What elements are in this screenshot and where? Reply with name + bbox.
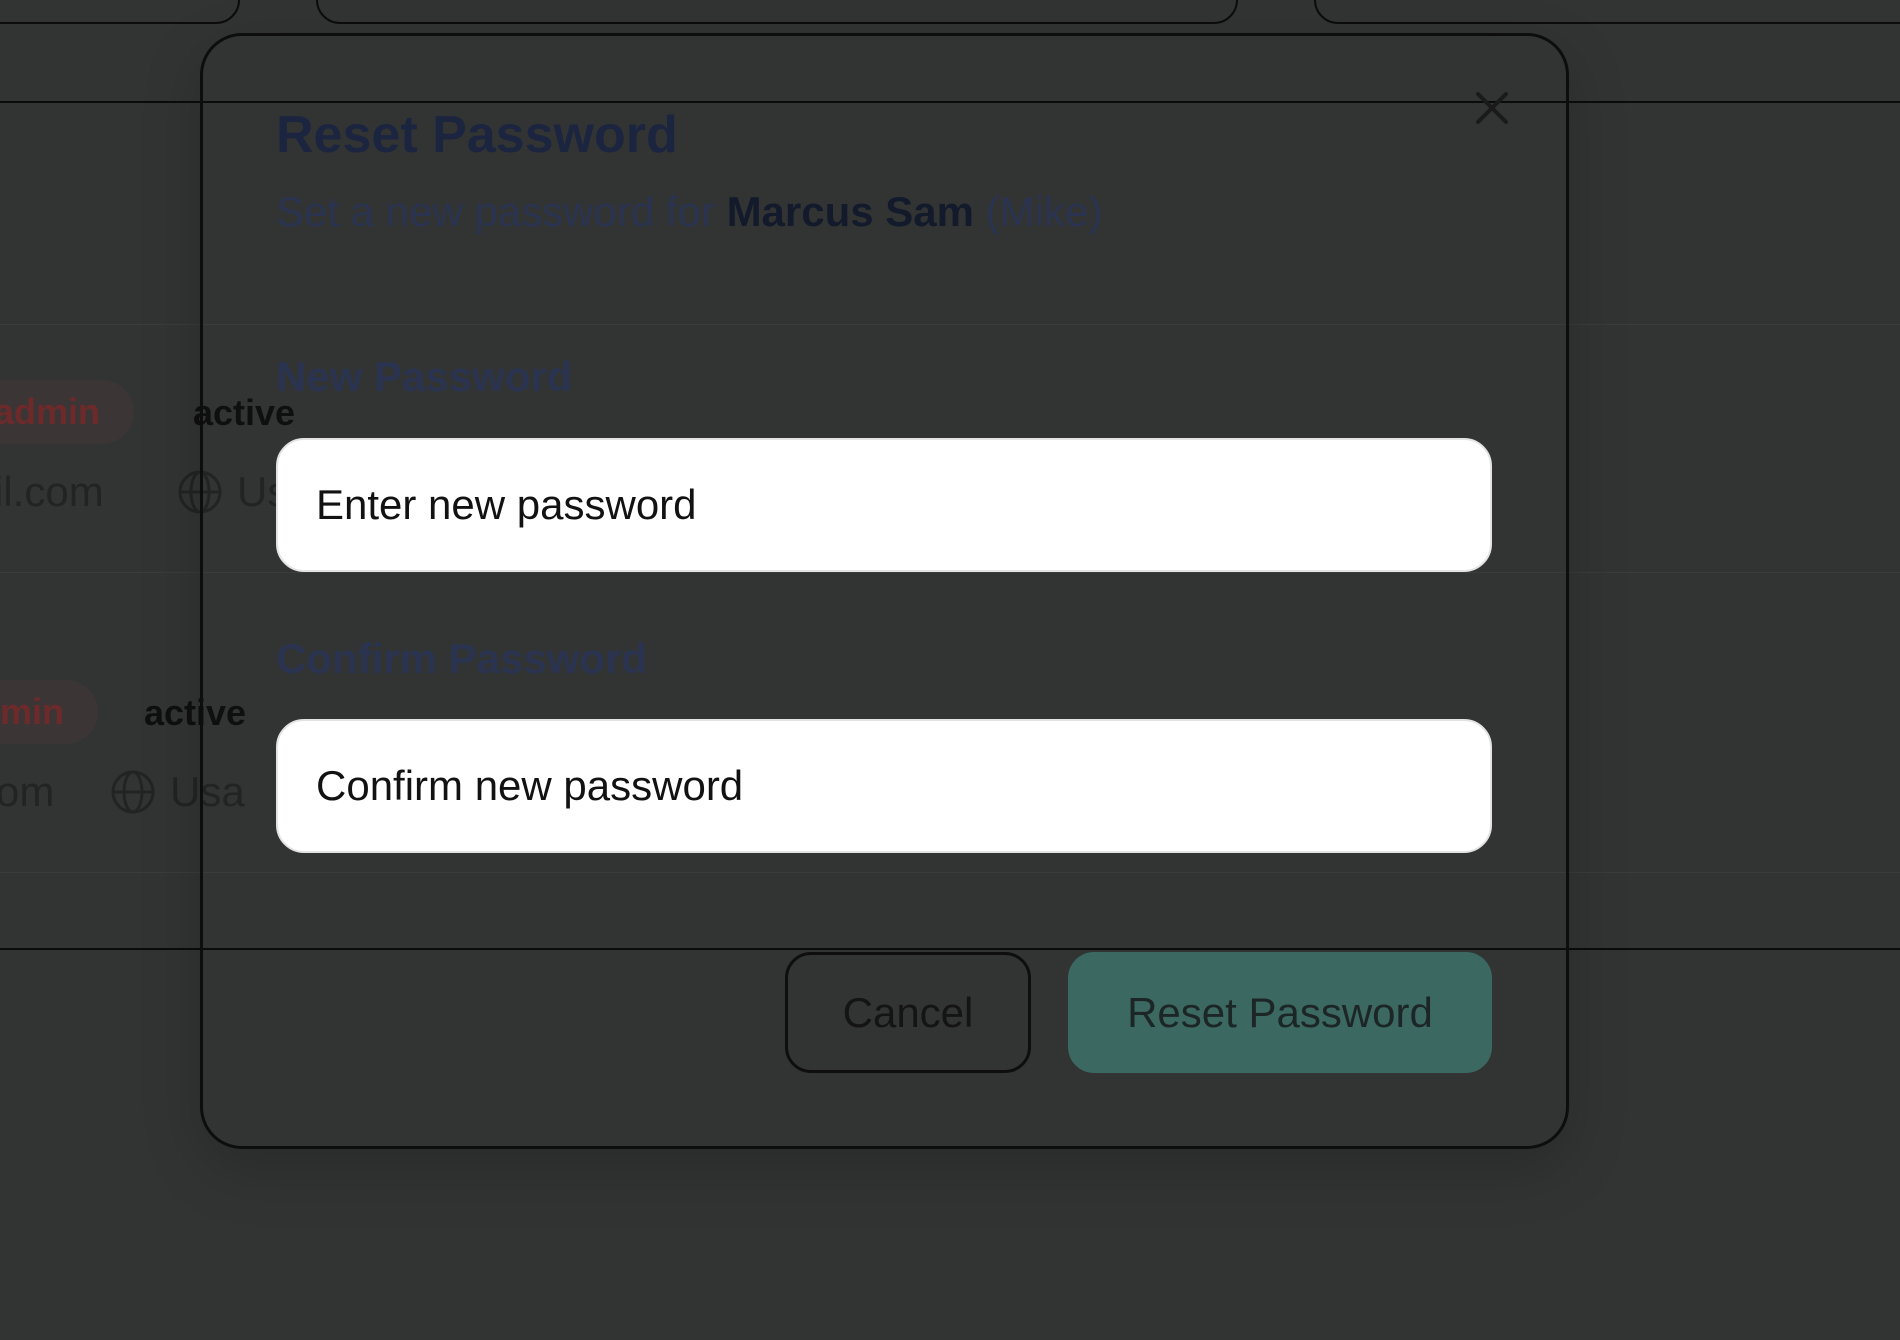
new-password-input[interactable] (276, 438, 1492, 572)
globe-icon (111, 770, 155, 814)
role-badge: min (0, 680, 99, 744)
new-password-label: New Password (276, 353, 573, 400)
background-tab (1314, 0, 1900, 24)
email-text: il.com (0, 468, 104, 515)
role-badge: admin (0, 380, 135, 444)
cancel-button[interactable]: Cancel (785, 952, 1031, 1073)
user-name: Marcus Sam (726, 188, 975, 235)
email-text: om (0, 768, 55, 815)
close-button[interactable] (1466, 82, 1518, 134)
background-tab (0, 0, 240, 24)
reset-password-button[interactable]: Reset Password (1068, 952, 1492, 1073)
confirm-password-input[interactable] (276, 719, 1492, 853)
dialog-title: Reset Password (276, 106, 678, 164)
background-tab (316, 0, 1238, 24)
close-icon[interactable] (1466, 82, 1518, 134)
dialog-subtitle: Set a new password for Marcus Sam (Mike) (276, 186, 1102, 238)
confirm-password-label: Confirm Password (276, 635, 648, 682)
subtitle-prefix: Set a new password for (276, 188, 727, 235)
user-nickname: (Mike) (974, 188, 1103, 235)
